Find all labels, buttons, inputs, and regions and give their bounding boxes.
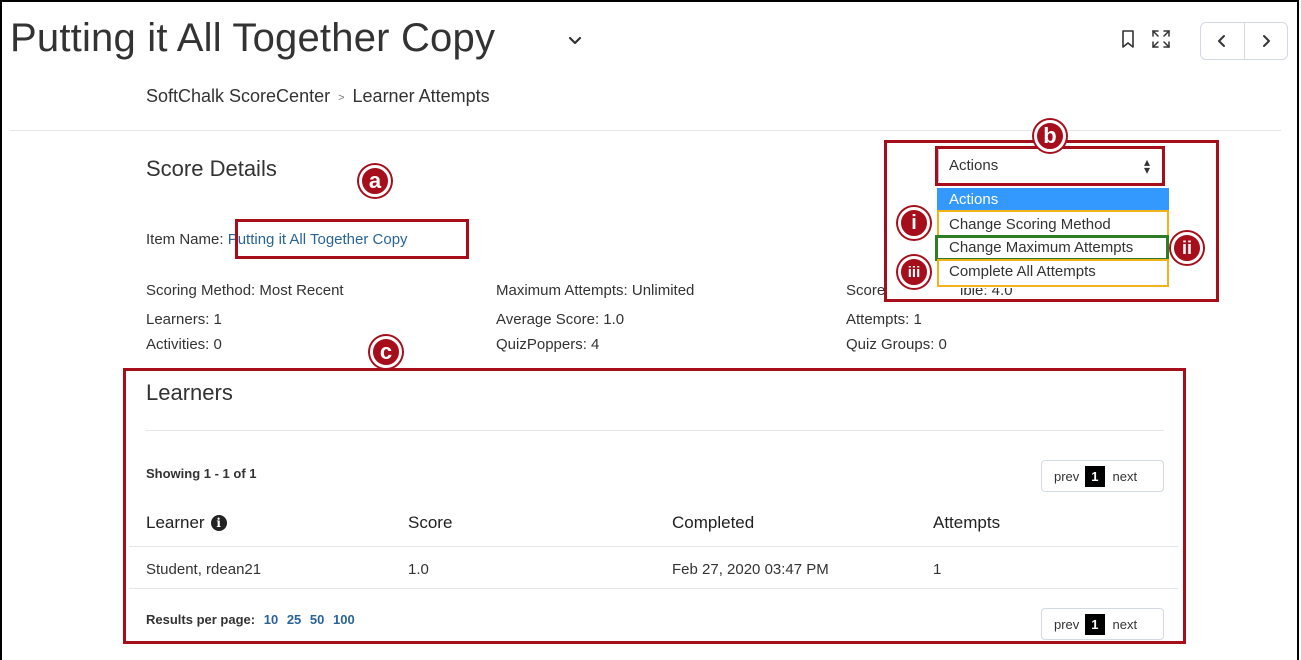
annotation-box-ii: [935, 235, 1169, 261]
callout-ii: ii: [1171, 232, 1203, 264]
results-per-page-10[interactable]: 10: [264, 612, 278, 627]
item-name-label: Item Name:: [146, 231, 224, 248]
prev-next-navigation: [1200, 22, 1288, 60]
option-actions[interactable]: Actions: [937, 188, 1169, 212]
fullscreen-icon[interactable]: [1150, 28, 1172, 50]
cell-learner: Student, rdean21: [146, 561, 262, 578]
stat-average-score: Average Score: 1.0: [496, 311, 625, 328]
annotation-box-c: [123, 368, 1186, 644]
annotation-box-iii: [937, 259, 1169, 287]
pager-current-page[interactable]: 1: [1085, 465, 1105, 487]
chevron-left-icon: [1218, 35, 1226, 47]
results-per-page-25[interactable]: 25: [287, 612, 301, 627]
stat-learners: Learners: 1: [146, 311, 222, 328]
next-button[interactable]: [1243, 23, 1288, 59]
annotation-box-b: [935, 146, 1165, 186]
info-icon[interactable]: i: [210, 515, 227, 531]
callout-a: a: [359, 165, 391, 197]
callout-c: c: [370, 336, 402, 368]
column-header-learner-label: Learner: [146, 513, 205, 532]
score-details-heading: Score Details: [146, 156, 277, 181]
cell-attempts: 1: [933, 561, 942, 578]
chevron-right-icon: [1262, 35, 1270, 47]
callout-i: i: [898, 207, 930, 239]
stat-score-possible-start: Score: [846, 282, 886, 299]
chevron-down-icon[interactable]: [568, 34, 582, 48]
breadcrumb: SoftChalk ScoreCenter > Learner Attempts: [146, 86, 490, 107]
pagination-bottom: prev 1 next: [1041, 608, 1164, 640]
breadcrumb-current: Learner Attempts: [352, 86, 490, 106]
annotation-box-i: [937, 210, 1169, 237]
cell-completed: Feb 27, 2020 03:47 PM: [672, 561, 829, 578]
pager-prev[interactable]: prev: [1042, 617, 1085, 632]
stat-attempts: Attempts: 1: [846, 311, 922, 328]
page-title: Putting it All Together Copy: [10, 16, 496, 60]
pager-next[interactable]: next: [1105, 469, 1146, 484]
bookmark-icon[interactable]: [1120, 28, 1136, 50]
pager-next[interactable]: next: [1105, 617, 1146, 632]
callout-iii: iii: [898, 256, 930, 288]
stat-activities: Activities: 0: [146, 336, 222, 353]
results-per-page-label: Results per page:: [146, 612, 256, 627]
breadcrumb-scorecenter[interactable]: SoftChalk ScoreCenter: [146, 86, 330, 106]
table-row: [129, 546, 1178, 589]
header-divider: [10, 130, 1281, 131]
annotation-box-a: [235, 219, 469, 259]
column-header-attempts[interactable]: Attempts: [933, 513, 1000, 533]
previous-button[interactable]: [1201, 23, 1244, 59]
column-header-completed[interactable]: Completed: [672, 513, 754, 533]
pager-prev[interactable]: prev: [1042, 469, 1085, 484]
breadcrumb-separator: >: [338, 92, 345, 104]
showing-count: Showing 1 - 1 of 1: [146, 466, 257, 481]
results-per-page-50[interactable]: 50: [310, 612, 324, 627]
column-header-score[interactable]: Score: [408, 513, 452, 533]
stat-quizpoppers: QuizPoppers: 4: [496, 336, 600, 353]
results-per-page-100[interactable]: 100: [333, 612, 355, 627]
stat-scoring-method: Scoring Method: Most Recent: [146, 282, 344, 299]
callout-b: b: [1034, 120, 1066, 152]
pagination-top: prev 1 next: [1041, 460, 1164, 492]
column-header-learner[interactable]: Learner i: [146, 513, 227, 533]
learners-heading: Learners: [146, 380, 233, 405]
stat-quiz-groups: Quiz Groups: 0: [846, 336, 947, 353]
learners-divider: [146, 430, 1164, 431]
cell-score: 1.0: [408, 561, 429, 578]
stat-maximum-attempts: Maximum Attempts: Unlimited: [496, 282, 695, 299]
pager-current-page[interactable]: 1: [1085, 613, 1105, 635]
results-per-page: Results per page: 10 25 50 100: [146, 612, 355, 627]
